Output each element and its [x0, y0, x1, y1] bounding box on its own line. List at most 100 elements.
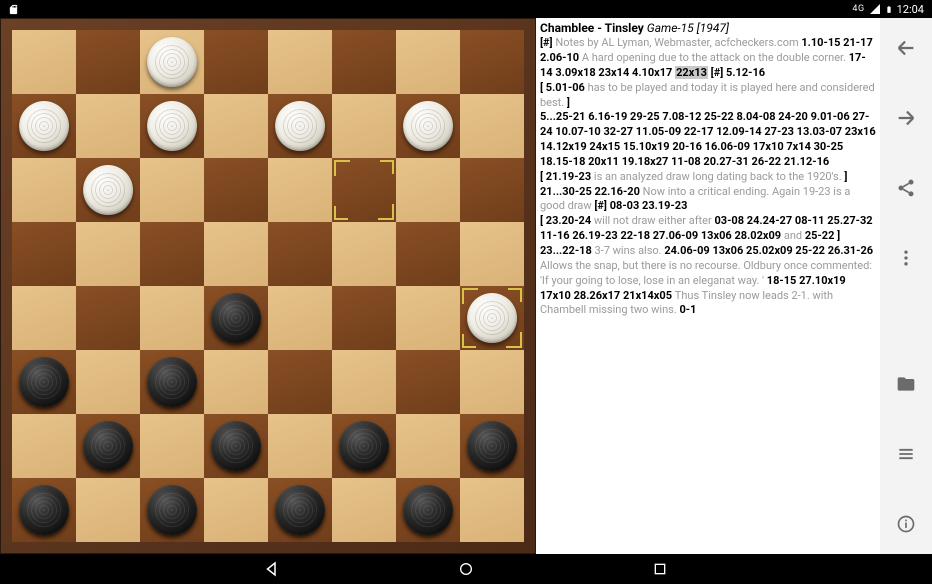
white-piece[interactable]: [83, 165, 133, 215]
black-piece[interactable]: [467, 421, 517, 471]
nav-recent-button[interactable]: [648, 557, 672, 581]
square-7-1[interactable]: [76, 478, 140, 542]
white-piece[interactable]: [275, 101, 325, 151]
move-segment[interactable]: 3-7 wins also.: [595, 244, 665, 257]
square-5-7[interactable]: [460, 350, 524, 414]
move-segment[interactable]: [#] 08-03 23.19-23: [594, 199, 687, 212]
white-piece[interactable]: [19, 101, 69, 151]
square-0-4[interactable]: [268, 30, 332, 94]
square-3-2[interactable]: [140, 222, 204, 286]
square-1-1[interactable]: [76, 94, 140, 158]
white-piece[interactable]: [467, 293, 517, 343]
folder-button[interactable]: [894, 372, 918, 396]
square-7-4[interactable]: [268, 478, 332, 542]
move-segment[interactable]: ]: [844, 170, 847, 183]
square-1-3[interactable]: [204, 94, 268, 158]
square-3-3[interactable]: [204, 222, 268, 286]
square-2-5[interactable]: [332, 158, 396, 222]
square-0-6[interactable]: [396, 30, 460, 94]
share-button[interactable]: [894, 176, 918, 200]
black-piece[interactable]: [83, 421, 133, 471]
square-6-2[interactable]: [140, 414, 204, 478]
move-segment[interactable]: 23...22-18: [540, 244, 595, 257]
notation-pane[interactable]: Chamblee - Tinsley Game-15 [1947] [#] No…: [536, 18, 880, 554]
move-segment[interactable]: 21...30-25 22.16-20: [540, 185, 643, 198]
black-piece[interactable]: [275, 485, 325, 535]
square-3-7[interactable]: [460, 222, 524, 286]
square-1-0[interactable]: [12, 94, 76, 158]
white-piece[interactable]: [147, 37, 197, 87]
move-list[interactable]: [#] Notes by AL Lyman, Webmaster, acfche…: [540, 36, 876, 318]
list-button[interactable]: [894, 442, 918, 466]
square-4-4[interactable]: [268, 286, 332, 350]
move-segment[interactable]: ]: [567, 96, 570, 109]
black-piece[interactable]: [403, 485, 453, 535]
square-1-5[interactable]: [332, 94, 396, 158]
square-7-0[interactable]: [12, 478, 76, 542]
square-6-7[interactable]: [460, 414, 524, 478]
move-segment[interactable]: has to be played and today it is played …: [540, 81, 875, 109]
square-2-2[interactable]: [140, 158, 204, 222]
square-2-4[interactable]: [268, 158, 332, 222]
square-4-5[interactable]: [332, 286, 396, 350]
square-5-6[interactable]: [396, 350, 460, 414]
square-7-5[interactable]: [332, 478, 396, 542]
square-0-7[interactable]: [460, 30, 524, 94]
square-5-0[interactable]: [12, 350, 76, 414]
square-6-6[interactable]: [396, 414, 460, 478]
square-6-1[interactable]: [76, 414, 140, 478]
move-segment[interactable]: 24.06-09 13x06 25.02x09 25-22 26.31-26: [664, 244, 873, 257]
move-segment[interactable]: A hard opening due to the attack on the …: [582, 51, 849, 64]
square-1-2[interactable]: [140, 94, 204, 158]
square-6-5[interactable]: [332, 414, 396, 478]
square-4-7[interactable]: [460, 286, 524, 350]
move-segment[interactable]: will not draw either after: [594, 214, 715, 227]
square-3-4[interactable]: [268, 222, 332, 286]
square-4-2[interactable]: [140, 286, 204, 350]
move-segment[interactable]: [ 23.20-24: [540, 214, 594, 227]
square-5-1[interactable]: [76, 350, 140, 414]
white-piece[interactable]: [403, 101, 453, 151]
square-0-0[interactable]: [12, 30, 76, 94]
move-segment[interactable]: 5.12-16: [726, 66, 765, 79]
move-segment[interactable]: Notes by AL Lyman, Webmaster, acfchecker…: [555, 36, 801, 49]
square-6-0[interactable]: [12, 414, 76, 478]
square-5-5[interactable]: [332, 350, 396, 414]
square-3-5[interactable]: [332, 222, 396, 286]
nav-home-button[interactable]: [454, 557, 478, 581]
square-6-3[interactable]: [204, 414, 268, 478]
square-0-5[interactable]: [332, 30, 396, 94]
move-segment[interactable]: is an analyzed draw long dating back to …: [594, 170, 844, 183]
square-4-1[interactable]: [76, 286, 140, 350]
move-segment[interactable]: 5...25-21 6.16-19 29-25 7.08-12 25-22 8.…: [540, 110, 876, 168]
move-segment[interactable]: [#]: [540, 36, 555, 49]
square-3-0[interactable]: [12, 222, 76, 286]
move-segment[interactable]: 22x13: [675, 66, 708, 79]
black-piece[interactable]: [19, 357, 69, 407]
square-4-6[interactable]: [396, 286, 460, 350]
move-segment[interactable]: 0-1: [679, 303, 696, 316]
square-7-3[interactable]: [204, 478, 268, 542]
square-5-3[interactable]: [204, 350, 268, 414]
square-3-1[interactable]: [76, 222, 140, 286]
square-7-7[interactable]: [460, 478, 524, 542]
black-piece[interactable]: [339, 421, 389, 471]
checker-board[interactable]: [12, 30, 524, 542]
square-4-0[interactable]: [12, 286, 76, 350]
square-3-6[interactable]: [396, 222, 460, 286]
black-piece[interactable]: [19, 485, 69, 535]
square-0-1[interactable]: [76, 30, 140, 94]
square-2-1[interactable]: [76, 158, 140, 222]
forward-button[interactable]: [894, 106, 918, 130]
move-segment[interactable]: [#]: [708, 66, 726, 79]
square-0-3[interactable]: [204, 30, 268, 94]
square-2-0[interactable]: [12, 158, 76, 222]
square-1-7[interactable]: [460, 94, 524, 158]
more-button[interactable]: [894, 246, 918, 270]
black-piece[interactable]: [147, 357, 197, 407]
square-1-4[interactable]: [268, 94, 332, 158]
move-segment[interactable]: [ 21.19-23: [540, 170, 594, 183]
black-piece[interactable]: [147, 485, 197, 535]
square-2-6[interactable]: [396, 158, 460, 222]
black-piece[interactable]: [211, 293, 261, 343]
